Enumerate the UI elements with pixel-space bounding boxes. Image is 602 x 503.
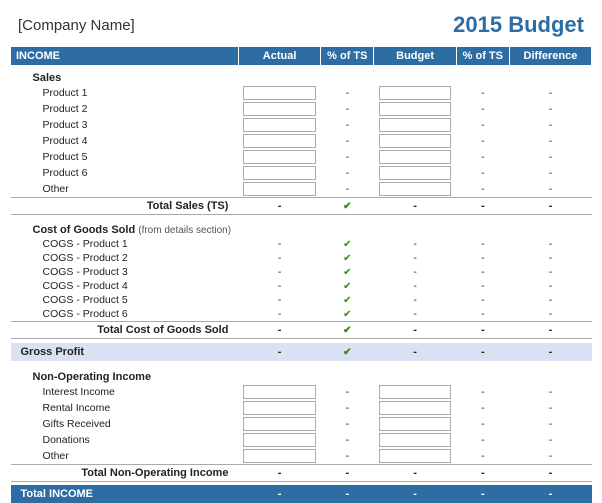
total-cogs-check: ✔	[343, 325, 351, 336]
sales-label: Sales	[11, 70, 239, 85]
list-item: Product 6 - - -	[11, 165, 592, 181]
cogs2-check: ✔	[343, 253, 351, 264]
list-item: Gifts Received - - -	[11, 416, 592, 432]
cogs5-check: ✔	[343, 295, 351, 306]
list-item: Product 3 - - -	[11, 117, 592, 133]
spacer	[11, 214, 592, 222]
col-difference: Difference	[509, 47, 591, 66]
list-item: COGS - Product 3 - ✔ - - -	[11, 265, 592, 279]
non-op-header: Non-Operating Income	[11, 369, 592, 384]
total-sales-row: Total Sales (TS) - ✔ - - -	[11, 197, 592, 214]
page: [Company Name] 2015 Budget INCOME Actual…	[0, 0, 602, 503]
gross-profit-label: Gross Profit	[11, 343, 239, 361]
other-nonop-actual-input[interactable]	[243, 449, 315, 463]
list-item: Product 1 - - -	[11, 85, 592, 101]
total-income-row: Total INCOME - - - - -	[11, 485, 592, 503]
company-name: [Company Name]	[18, 17, 135, 34]
cogs-label: Cost of Goods Sold	[33, 224, 136, 236]
list-item: Product 2 - - -	[11, 101, 592, 117]
list-item: COGS - Product 1 - ✔ - - -	[11, 237, 592, 251]
product4-budget-input[interactable]	[379, 134, 451, 148]
product4-actual-input[interactable]	[243, 134, 315, 148]
interest-budget-input[interactable]	[379, 385, 451, 399]
spacer	[11, 361, 592, 369]
total-nonop-row: Total Non-Operating Income - - - - -	[11, 464, 592, 481]
list-item: Other - - -	[11, 181, 592, 198]
other-nonop-budget-input[interactable]	[379, 449, 451, 463]
cogs1-check: ✔	[343, 239, 351, 250]
budget-title: 2015 Budget	[453, 12, 584, 38]
product2-budget-input[interactable]	[379, 102, 451, 116]
cogs3-check: ✔	[343, 267, 351, 278]
cogs-header: Cost of Goods Sold (from details section…	[11, 222, 592, 237]
gifts-actual-input[interactable]	[243, 417, 315, 431]
product5-actual-input[interactable]	[243, 150, 315, 164]
list-item: Rental Income - - -	[11, 400, 592, 416]
product3-budget-input[interactable]	[379, 118, 451, 132]
list-item: COGS - Product 6 - ✔ - - -	[11, 307, 592, 322]
gross-profit-check: ✔	[343, 347, 351, 358]
product1-pct2: -	[456, 85, 509, 101]
total-sales-label: Total Sales (TS)	[11, 197, 239, 214]
product1-diff: -	[509, 85, 591, 101]
col-pct2: % of TS	[456, 47, 509, 66]
col-income-label: INCOME	[11, 47, 239, 66]
product1-actual-input[interactable]	[243, 86, 315, 100]
list-item: Other - - -	[11, 448, 592, 465]
rental-budget-input[interactable]	[379, 401, 451, 415]
header: [Company Name] 2015 Budget	[0, 0, 602, 46]
total-income-label: Total INCOME	[11, 485, 239, 503]
list-item: COGS - Product 2 - ✔ - - -	[11, 251, 592, 265]
total-sales-check: ✔	[343, 201, 351, 212]
list-item: Donations - - -	[11, 432, 592, 448]
col-pct1: % of TS	[321, 47, 374, 66]
col-budget: Budget	[374, 47, 456, 66]
list-item: COGS - Product 5 - ✔ - - -	[11, 293, 592, 307]
budget-table: INCOME Actual % of TS Budget % of TS Dif…	[10, 46, 592, 503]
interest-actual-input[interactable]	[243, 385, 315, 399]
product2-actual-input[interactable]	[243, 102, 315, 116]
col-actual: Actual	[238, 47, 320, 66]
list-item: Product 4 - - -	[11, 133, 592, 149]
other-sales-actual-input[interactable]	[243, 182, 315, 196]
non-op-label: Non-Operating Income	[11, 369, 239, 384]
donations-budget-input[interactable]	[379, 433, 451, 447]
list-item: Interest Income - - -	[11, 384, 592, 400]
sales-header: Sales	[11, 70, 592, 85]
cogs6-check: ✔	[343, 309, 351, 320]
total-nonop-label: Total Non-Operating Income	[11, 464, 239, 481]
donations-actual-input[interactable]	[243, 433, 315, 447]
other-sales-budget-input[interactable]	[379, 182, 451, 196]
column-header-row: INCOME Actual % of TS Budget % of TS Dif…	[11, 47, 592, 66]
product6-actual-input[interactable]	[243, 166, 315, 180]
total-cogs-row: Total Cost of Goods Sold - ✔ - - -	[11, 322, 592, 339]
total-cogs-label: Total Cost of Goods Sold	[11, 322, 239, 339]
list-item: Product 5 - - -	[11, 149, 592, 165]
product1-budget-input[interactable]	[379, 86, 451, 100]
product1-pct1: -	[321, 85, 374, 101]
list-item: COGS - Product 4 - ✔ - - -	[11, 279, 592, 293]
cogs4-check: ✔	[343, 281, 351, 292]
product3-actual-input[interactable]	[243, 118, 315, 132]
product5-budget-input[interactable]	[379, 150, 451, 164]
rental-actual-input[interactable]	[243, 401, 315, 415]
product6-budget-input[interactable]	[379, 166, 451, 180]
gifts-budget-input[interactable]	[379, 417, 451, 431]
cogs-note: (from details section)	[138, 225, 231, 236]
gross-profit-row: Gross Profit - ✔ - - -	[11, 343, 592, 361]
